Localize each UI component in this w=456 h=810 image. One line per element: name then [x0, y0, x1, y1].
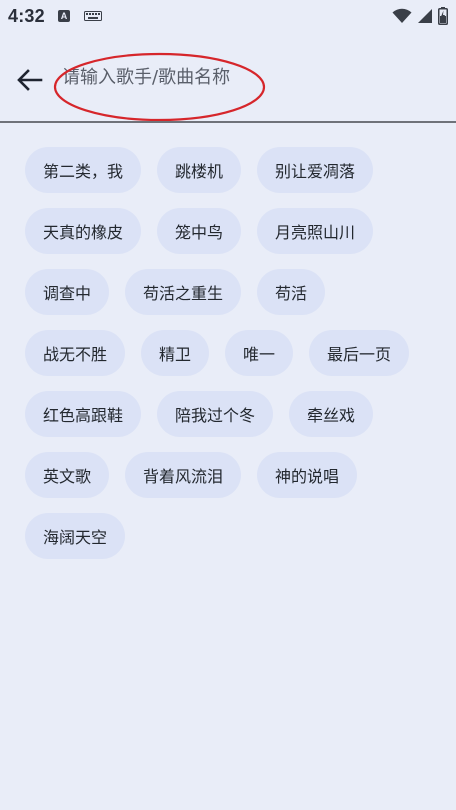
header-divider — [0, 121, 456, 123]
search-chip[interactable]: 第二类，我 — [25, 147, 142, 193]
search-chip[interactable]: 苟活 — [257, 269, 326, 315]
chip-row: 红色高跟鞋 陪我过个冬 牵丝戏 — [25, 391, 435, 437]
status-bar: 4:32 A — [0, 0, 456, 34]
search-chip[interactable]: 神的说唱 — [257, 452, 358, 498]
chip-row: 战无不胜 精卫 唯一 最后一页 — [25, 330, 435, 376]
search-chip[interactable]: 别让爱凋落 — [257, 147, 374, 193]
search-input[interactable] — [62, 60, 422, 94]
search-chip[interactable]: 战无不胜 — [25, 330, 126, 376]
search-chip[interactable]: 月亮照山川 — [257, 208, 374, 254]
back-button[interactable] — [10, 60, 50, 100]
search-chip[interactable]: 英文歌 — [25, 452, 110, 498]
keyboard-icon — [84, 11, 102, 21]
search-chip[interactable]: 跳楼机 — [157, 147, 242, 193]
search-chip[interactable]: 唯一 — [225, 330, 294, 376]
status-right — [392, 6, 448, 26]
search-chip[interactable]: 牵丝戏 — [289, 391, 374, 437]
search-header — [0, 44, 456, 122]
signal-icon — [418, 9, 432, 23]
search-chip[interactable]: 最后一页 — [309, 330, 410, 376]
notification-a-icon: A — [58, 10, 70, 22]
chip-row: 调查中 苟活之重生 苟活 — [25, 269, 435, 315]
search-chip[interactable]: 笼中鸟 — [157, 208, 242, 254]
search-chip[interactable]: 红色高跟鞋 — [25, 391, 142, 437]
search-chip[interactable]: 苟活之重生 — [125, 269, 242, 315]
search-screen: 4:32 A 请输入歌手/歌曲名称 第二类，我 跳楼机 别让爱凋落 天真的橡皮 … — [0, 0, 456, 810]
chip-row: 海阔天空 — [25, 513, 435, 559]
chip-row: 英文歌 背着风流泪 神的说唱 — [25, 452, 435, 498]
status-time: 4:32 — [8, 6, 45, 26]
wifi-icon — [392, 8, 412, 23]
search-chip[interactable]: 调查中 — [25, 269, 110, 315]
arrow-left-icon — [17, 69, 43, 91]
chip-row: 第二类，我 跳楼机 别让爱凋落 — [25, 147, 435, 193]
search-chip[interactable]: 天真的橡皮 — [25, 208, 142, 254]
chip-row: 天真的橡皮 笼中鸟 月亮照山川 — [25, 208, 435, 254]
search-suggestions: 第二类，我 跳楼机 别让爱凋落 天真的橡皮 笼中鸟 月亮照山川 调查中 苟活之重… — [25, 147, 435, 574]
search-chip[interactable]: 背着风流泪 — [125, 452, 242, 498]
search-chip[interactable]: 海阔天空 — [25, 513, 126, 559]
battery-icon — [438, 7, 448, 25]
search-chip[interactable]: 精卫 — [141, 330, 210, 376]
search-chip[interactable]: 陪我过个冬 — [157, 391, 274, 437]
